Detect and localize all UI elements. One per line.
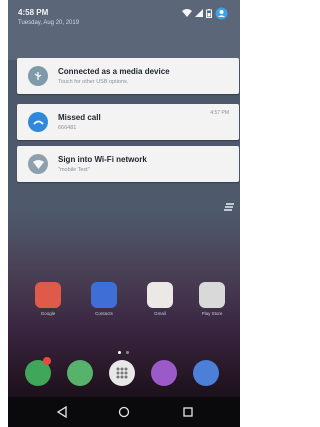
clock: 4:58 PM <box>18 8 49 17</box>
messages-icon[interactable] <box>67 360 93 386</box>
notification-usb[interactable]: Connected as a media device Touch for ot… <box>17 58 239 94</box>
play-store-icon[interactable] <box>199 282 225 308</box>
notification-missed-call[interactable]: Missed call 666481 4:57 PM <box>17 104 239 140</box>
status-bar: 4:58 PM Tuesday, Aug 20, 2019 <box>8 0 240 60</box>
notification-badge <box>43 357 51 365</box>
app-label: Contacts <box>95 311 113 316</box>
navigation-bar <box>8 397 240 427</box>
notification-title: Sign into Wi-Fi network <box>58 155 147 164</box>
battery-icon <box>206 8 212 18</box>
back-icon[interactable] <box>56 405 68 423</box>
clear-all-icon[interactable] <box>223 198 235 211</box>
notification-subtitle: "mobile Test" <box>58 167 90 173</box>
wifi-status-icon <box>182 9 192 17</box>
page-indicator <box>118 351 132 354</box>
app-label: Google <box>40 311 56 316</box>
app-label: Gmail <box>154 311 166 316</box>
settings-account-icon[interactable] <box>215 7 228 20</box>
apps-drawer-icon[interactable] <box>109 360 135 386</box>
notification-time: 4:57 PM <box>210 110 229 116</box>
notification-wifi-signin[interactable]: Sign into Wi-Fi network "mobile Test" <box>17 146 239 182</box>
notification-subtitle: 666481 <box>58 125 77 131</box>
wifi-icon <box>28 154 48 174</box>
notification-subtitle: Touch for other USB options. <box>58 79 129 85</box>
recents-icon[interactable] <box>182 405 194 423</box>
home-icon[interactable] <box>118 405 130 423</box>
missed-call-icon <box>28 112 48 132</box>
notification-title: Connected as a media device <box>58 67 170 76</box>
phone-screen: 4:58 PM Tuesday, Aug 20, 2019 Connected … <box>8 0 240 427</box>
signal-icon <box>195 9 203 17</box>
date[interactable]: Tuesday, Aug 20, 2019 <box>18 20 79 26</box>
gallery-icon[interactable] <box>151 360 177 386</box>
google-folder-icon[interactable] <box>35 282 61 308</box>
gmail-icon[interactable] <box>147 282 173 308</box>
contacts-icon[interactable] <box>91 282 117 308</box>
notification-title: Missed call <box>58 113 101 122</box>
usb-icon <box>28 66 48 86</box>
app-label: Play Store <box>201 311 223 316</box>
status-icons <box>182 6 228 20</box>
camera-icon[interactable] <box>193 360 219 386</box>
